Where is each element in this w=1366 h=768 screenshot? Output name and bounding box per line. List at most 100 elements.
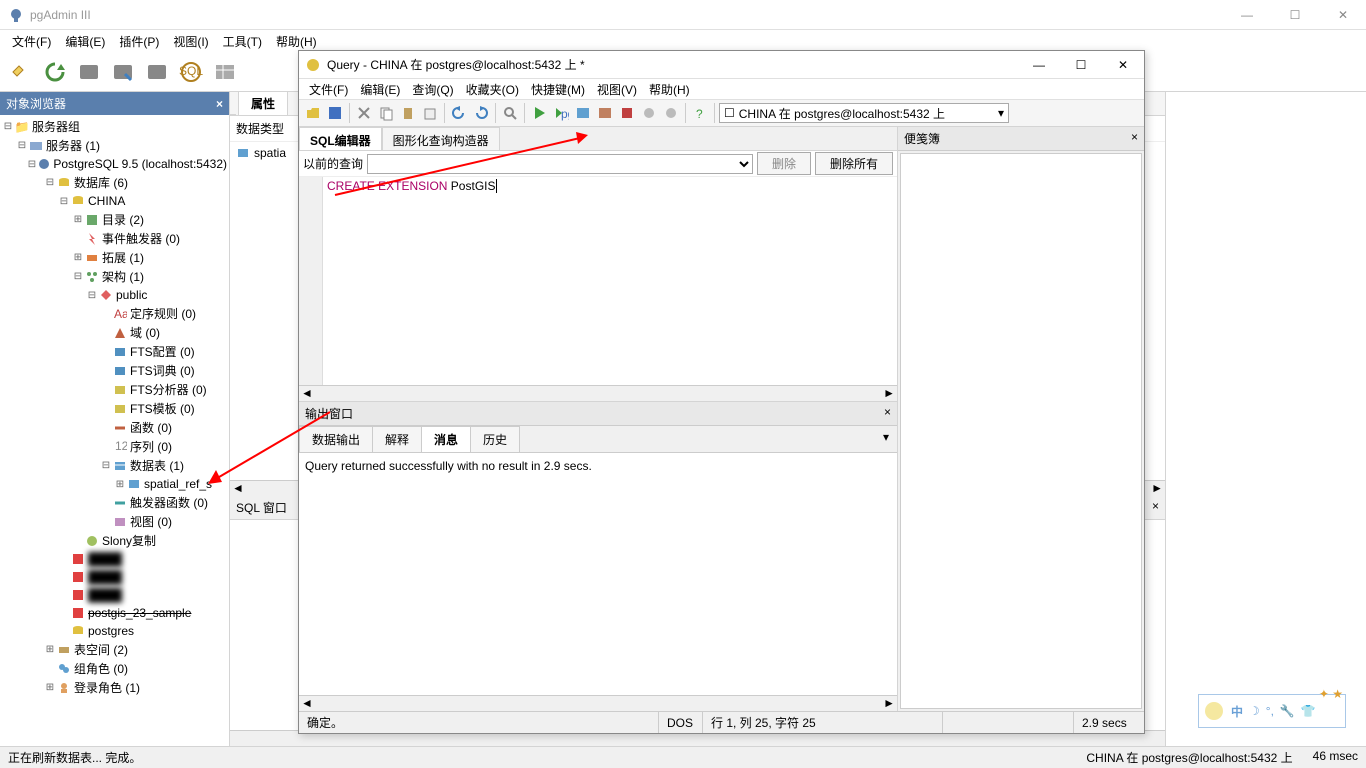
close-button[interactable]: ✕ — [1328, 8, 1358, 22]
menu-help[interactable]: 帮助(H) — [270, 33, 323, 50]
explain-analyze-icon[interactable] — [595, 103, 615, 123]
rollback-icon[interactable] — [661, 103, 681, 123]
clear-icon[interactable] — [420, 103, 440, 123]
ime-skin-icon[interactable]: 👕 — [1301, 704, 1316, 718]
save-icon[interactable] — [325, 103, 345, 123]
tree-schemas[interactable]: ⊟架构 (1) — [2, 267, 227, 286]
output-close-icon[interactable]: × — [884, 405, 891, 422]
tree-extensions[interactable]: ⊞拓展 (1) — [2, 248, 227, 267]
tree-db-china[interactable]: ⊟CHINA — [2, 192, 227, 210]
menu-plugins[interactable]: 插件(P) — [113, 33, 165, 50]
tree-fts-parser[interactable]: FTS分析器 (0) — [2, 380, 227, 399]
tab-messages[interactable]: 消息 — [421, 426, 471, 452]
tree-db-blur3[interactable]: ████ — [2, 586, 227, 604]
editor-hscroll[interactable]: ◄► — [299, 385, 897, 401]
notepad-close-icon[interactable]: × — [1131, 130, 1138, 147]
grid-icon[interactable] — [210, 57, 240, 87]
tree-fts-dict[interactable]: FTS词典 (0) — [2, 361, 227, 380]
menu-file[interactable]: 文件(F) — [6, 33, 57, 50]
create-icon[interactable] — [108, 57, 138, 87]
query-maximize-button[interactable]: ☐ — [1066, 58, 1096, 72]
tree-databases[interactable]: ⊟数据库 (6) — [2, 173, 227, 192]
tree-login-roles[interactable]: ⊞登录角色 (1) — [2, 678, 227, 697]
prev-queries-combo[interactable] — [367, 154, 753, 174]
menu-tools[interactable]: 工具(T) — [217, 33, 268, 50]
tree-domains[interactable]: 域 (0) — [2, 323, 227, 342]
cancel-icon[interactable] — [617, 103, 637, 123]
tree-db-sample[interactable]: postgis_23_sample — [2, 604, 227, 622]
ime-bar[interactable]: ✦ ★ 中 ☽ °, 🔧 👕 — [1198, 694, 1346, 728]
execute-pgscript-icon[interactable]: pg — [551, 103, 571, 123]
tree-server-pg[interactable]: ⊟PostgreSQL 9.5 (localhost:5432) — [2, 155, 227, 173]
tree-schema-public[interactable]: ⊟public — [2, 286, 227, 304]
tree-trigger-funcs[interactable]: 触发器函数 (0) — [2, 493, 227, 512]
delete-all-button[interactable]: 删除所有 — [815, 152, 893, 175]
tree-catalogs[interactable]: ⊞目录 (2) — [2, 210, 227, 229]
output-body[interactable]: Query returned successfully with no resu… — [299, 453, 897, 695]
tab-sql-editor[interactable]: SQL编辑器 — [299, 127, 382, 150]
refresh-icon[interactable] — [40, 57, 70, 87]
tree-table-spatial[interactable]: ⊞spatial_ref_s — [2, 475, 227, 493]
ime-mode[interactable]: 中 — [1231, 703, 1243, 720]
notepad-body[interactable] — [900, 153, 1142, 709]
object-tree[interactable]: ⊟📁服务器组 ⊟服务器 (1) ⊟PostgreSQL 9.5 (localho… — [0, 115, 229, 746]
tab-graphical-builder[interactable]: 图形化查询构造器 — [382, 127, 500, 150]
output-expand-icon[interactable]: ▾ — [875, 426, 897, 452]
tree-db-blur2[interactable]: ████ — [2, 568, 227, 586]
tree-fts-config[interactable]: FTS配置 (0) — [2, 342, 227, 361]
explain-icon[interactable] — [573, 103, 593, 123]
minimize-button[interactable]: — — [1232, 8, 1262, 22]
qmenu-fav[interactable]: 收藏夹(O) — [460, 81, 525, 98]
tree-server-group[interactable]: ⊟📁服务器组 — [2, 117, 227, 136]
tab-explain[interactable]: 解释 — [372, 426, 422, 452]
tree-functions[interactable]: 函数 (0) — [2, 418, 227, 437]
cut-icon[interactable] — [354, 103, 374, 123]
sql-editor[interactable]: CREATE EXTENSION PostGIS‌ — [299, 177, 897, 385]
paste-icon[interactable] — [398, 103, 418, 123]
sql-icon[interactable]: SQL — [176, 57, 206, 87]
tree-views[interactable]: 视图 (0) — [2, 512, 227, 531]
undo-icon[interactable] — [449, 103, 469, 123]
tree-sequences[interactable]: 123序列 (0) — [2, 437, 227, 456]
tree-collations[interactable]: Aa定序规则 (0) — [2, 304, 227, 323]
tree-slony[interactable]: Slony复制 — [2, 531, 227, 550]
maximize-button[interactable]: ☐ — [1280, 8, 1310, 22]
plug-icon[interactable] — [6, 57, 36, 87]
execute-icon[interactable] — [529, 103, 549, 123]
qmenu-help[interactable]: 帮助(H) — [643, 81, 696, 98]
qmenu-query[interactable]: 查询(Q) — [406, 81, 459, 98]
delete-button[interactable]: 删除 — [757, 152, 811, 175]
tab-properties[interactable]: 属性 — [238, 91, 288, 115]
qmenu-file[interactable]: 文件(F) — [303, 81, 354, 98]
query-minimize-button[interactable]: — — [1024, 58, 1054, 72]
help-icon[interactable]: ? — [690, 103, 710, 123]
copy-icon[interactable] — [376, 103, 396, 123]
tree-db-blur1[interactable]: ████ — [2, 550, 227, 568]
query-close-button[interactable]: ✕ — [1108, 58, 1138, 72]
tree-tablespaces[interactable]: ⊞表空间 (2) — [2, 640, 227, 659]
editor-code[interactable]: CREATE EXTENSION PostGIS‌ — [323, 177, 897, 385]
qmenu-view[interactable]: 视图(V) — [591, 81, 643, 98]
tree-tables[interactable]: ⊟数据表 (1) — [2, 456, 227, 475]
commit-icon[interactable] — [639, 103, 659, 123]
tree-event-triggers[interactable]: 事件触发器 (0) — [2, 229, 227, 248]
menu-edit[interactable]: 编辑(E) — [59, 33, 111, 50]
ime-moon-icon[interactable]: ☽ — [1249, 704, 1260, 718]
tab-history[interactable]: 历史 — [470, 426, 520, 452]
menu-view[interactable]: 视图(I) — [167, 33, 214, 50]
redo-icon[interactable] — [471, 103, 491, 123]
find-icon[interactable] — [500, 103, 520, 123]
sql-pane-close-icon[interactable]: × — [1152, 499, 1159, 516]
qmenu-edit[interactable]: 编辑(E) — [354, 81, 406, 98]
tab-data-output[interactable]: 数据输出 — [299, 426, 373, 452]
tree-fts-template[interactable]: FTS模板 (0) — [2, 399, 227, 418]
drop-icon[interactable] — [142, 57, 172, 87]
output-hscroll[interactable]: ◄► — [299, 695, 897, 711]
properties-icon[interactable] — [74, 57, 104, 87]
open-icon[interactable] — [303, 103, 323, 123]
ime-wrench-icon[interactable]: 🔧 — [1280, 704, 1295, 718]
tree-db-postgres[interactable]: postgres — [2, 622, 227, 640]
tree-group-roles[interactable]: 组角色 (0) — [2, 659, 227, 678]
connection-combo[interactable]: ☐CHINA 在 postgres@localhost:5432 上 ▾ — [719, 103, 1009, 123]
object-browser-close-icon[interactable]: × — [216, 97, 223, 111]
